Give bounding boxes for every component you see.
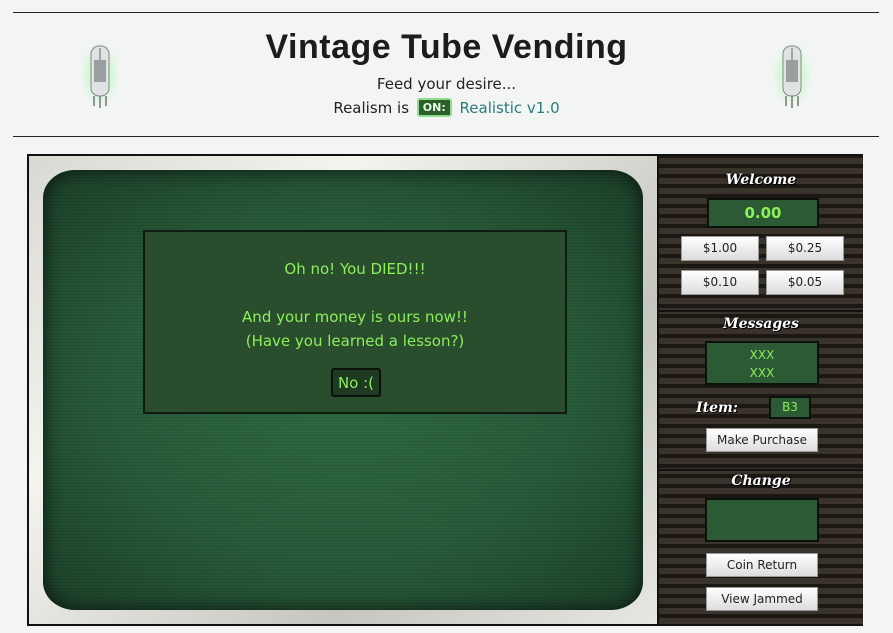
realism-version-link[interactable]: Realistic v1.0 — [460, 99, 560, 117]
top-divider — [13, 12, 879, 13]
tagline: Feed your desire... — [376, 75, 517, 93]
dialog-message-lesson: (Have you learned a lesson?) — [245, 332, 465, 350]
change-display — [705, 498, 819, 542]
realism-toggle[interactable]: ON: — [416, 98, 452, 117]
coin-010-button[interactable]: $0.10 — [681, 270, 759, 295]
crt-screen: Oh no! You DIED!!! And your money is our… — [43, 170, 643, 610]
messages-label: Messages — [723, 316, 799, 332]
dialog-message-died: Oh no! You DIED!!! — [284, 260, 426, 278]
death-dialog: Oh no! You DIED!!! And your money is our… — [143, 230, 567, 414]
change-label: Change — [731, 473, 791, 489]
crt-bezel: Oh no! You DIED!!! And your money is our… — [29, 156, 657, 624]
coin-025-button[interactable]: $0.25 — [766, 236, 844, 261]
coin-100-button[interactable]: $1.00 — [681, 236, 759, 261]
message-line: XXX — [749, 348, 775, 362]
balance-display: 0.00 — [707, 198, 819, 228]
dialog-message-money: And your money is ours now!! — [242, 308, 468, 326]
make-purchase-button[interactable]: Make Purchase — [706, 428, 818, 452]
view-jammed-button[interactable]: View Jammed — [706, 587, 818, 611]
control-panel: Welcome 0.00 $1.00 $0.25 $0.10 $0.05 Mes… — [657, 156, 863, 624]
messages-display: XXX XXX — [705, 341, 819, 385]
coin-005-button[interactable]: $0.05 — [766, 270, 844, 295]
dialog-no-button[interactable]: No :( — [331, 368, 381, 397]
section-divider — [659, 469, 863, 471]
page-title: Vintage Tube Vending — [265, 28, 628, 66]
section-divider — [659, 310, 863, 312]
realism-line: Realism is ON: Realistic v1.0 — [0, 98, 893, 117]
realism-prefix: Realism is — [333, 99, 410, 117]
vending-machine: Oh no! You DIED!!! And your money is our… — [27, 154, 863, 626]
coin-return-button[interactable]: Coin Return — [706, 553, 818, 577]
item-input[interactable]: B3 — [769, 396, 811, 419]
header-divider — [13, 136, 879, 137]
message-line: XXX — [749, 366, 775, 380]
welcome-label: Welcome — [725, 172, 797, 188]
